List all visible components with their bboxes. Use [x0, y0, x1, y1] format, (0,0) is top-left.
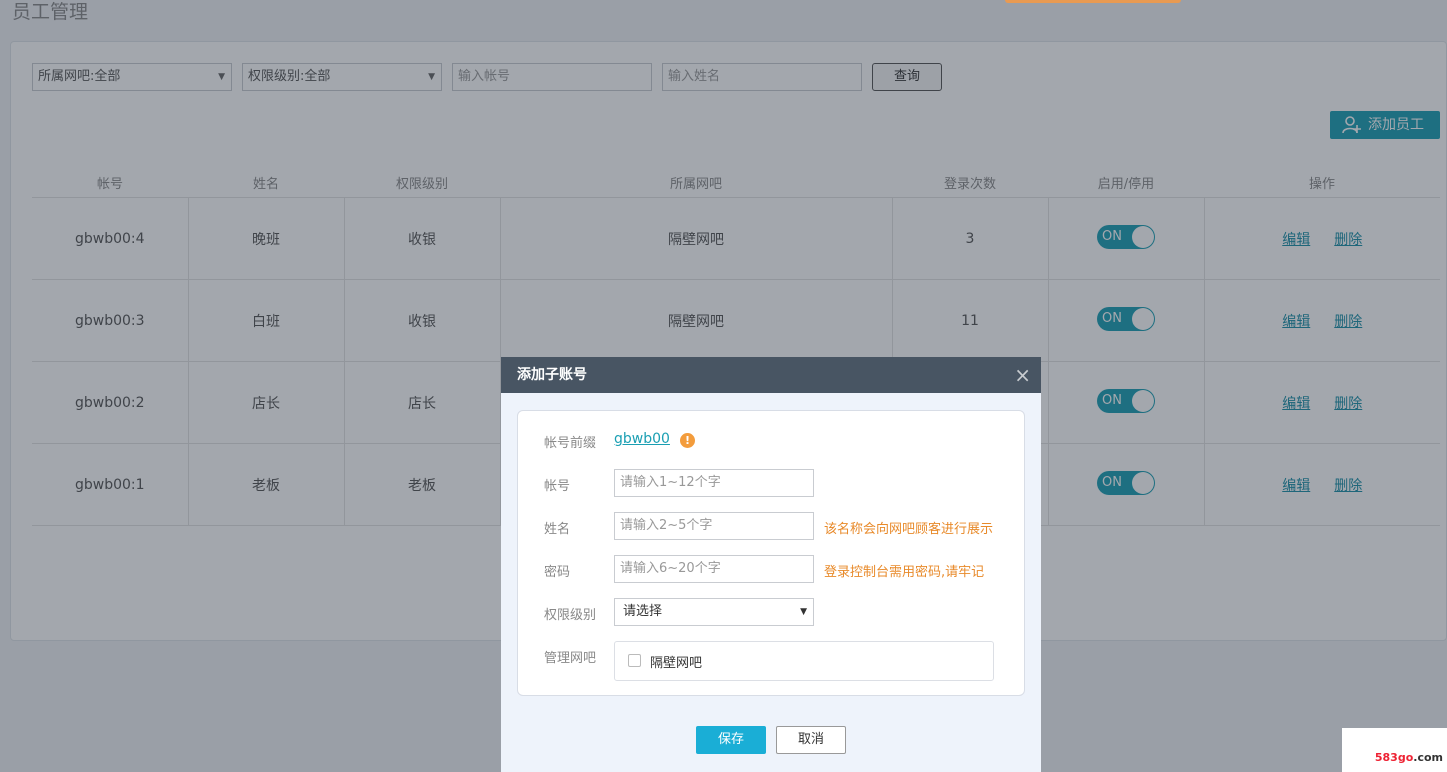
cafe-checkbox-label[interactable]: 隔壁网吧	[650, 652, 702, 671]
dialog-header: 添加子账号 ×	[501, 357, 1041, 393]
notification-edge	[1005, 0, 1181, 3]
add-subaccount-dialog: 添加子账号 × 帐号前缀 gbwb00 ! 帐号 请输入1~12个字 姓名 请输…	[501, 357, 1041, 772]
password-input[interactable]: 请输入6~20个字	[614, 555, 814, 583]
prefix-label: 帐号前缀	[544, 436, 597, 451]
cancel-button[interactable]: 取消	[776, 726, 846, 754]
cafe-label: 管理网吧	[544, 651, 597, 666]
dialog-title: 添加子账号	[517, 367, 587, 383]
cafe-checkbox[interactable]	[628, 654, 641, 667]
name-input[interactable]: 请输入2~5个字	[614, 512, 814, 540]
info-icon[interactable]: !	[680, 433, 695, 448]
account-input[interactable]: 请输入1~12个字	[614, 469, 814, 497]
chevron-down-icon: ▼	[800, 607, 807, 617]
watermark-text: 583go.com	[1374, 751, 1443, 764]
name-label: 姓名	[544, 522, 571, 537]
cafe-checkbox-group: 隔壁网吧	[614, 641, 994, 681]
close-icon[interactable]: ×	[1014, 357, 1031, 393]
dialog-form: 帐号前缀 gbwb00 ! 帐号 请输入1~12个字 姓名 请输入2~5个字 该…	[517, 410, 1025, 696]
level-select[interactable]: 请选择 ▼	[614, 598, 814, 626]
save-button[interactable]: 保存	[696, 726, 766, 754]
site-watermark: 583go.com	[1342, 728, 1447, 772]
level-label: 权限级别	[544, 608, 597, 623]
prefix-value[interactable]: gbwb00	[614, 431, 670, 447]
name-hint: 该名称会向网吧顾客进行展示	[824, 522, 994, 537]
password-hint: 登录控制台需用密码,请牢记	[824, 565, 985, 580]
password-label: 密码	[544, 565, 571, 580]
account-label: 帐号	[544, 479, 571, 494]
level-select-value: 请选择	[623, 604, 663, 619]
